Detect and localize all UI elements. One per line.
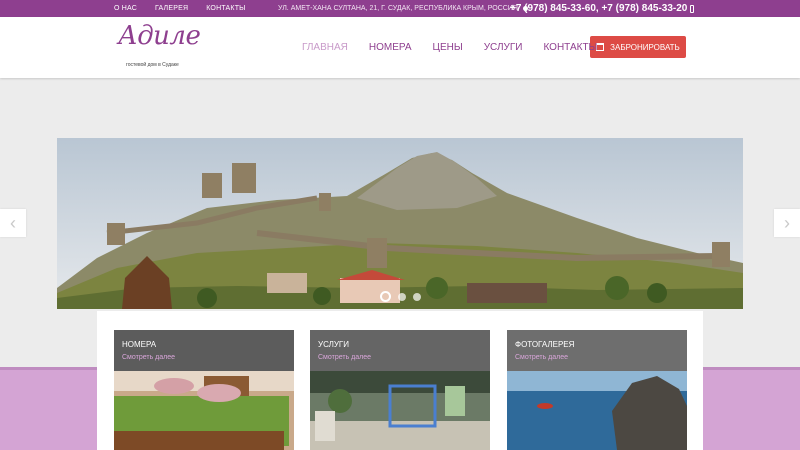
nav-contacts[interactable]: Контакты — [543, 42, 597, 53]
nav-services[interactable]: Услуги — [484, 42, 523, 53]
phones-text[interactable]: +7 (978) 845-33-60, +7 (978) 845-33-20 — [510, 3, 687, 14]
slider-prev-button[interactable]: ‹ — [0, 209, 26, 237]
fortress-photo — [57, 138, 743, 309]
chevron-left-icon: ‹ — [10, 212, 16, 233]
slider-dot[interactable] — [380, 291, 391, 302]
address: ул. Амет-Хана Султана, 21, г. Судак, Рес… — [278, 0, 529, 17]
card-header — [507, 330, 687, 371]
nav-prices[interactable]: Цены — [433, 42, 463, 53]
top-link-gallery[interactable]: Галерея — [155, 5, 188, 12]
top-links: О нас Галерея Контакты — [114, 0, 246, 17]
address-text: ул. Амет-Хана Султана, 21, г. Судак, Рес… — [278, 5, 518, 12]
top-bar: О нас Галерея Контакты ул. Амет-Хана Сул… — [0, 0, 800, 17]
card-header — [310, 330, 490, 371]
phones: +7 (978) 845-33-60, +7 (978) 845-33-20 — [510, 0, 695, 17]
hero-slider[interactable] — [57, 138, 743, 309]
phone-icon — [690, 4, 695, 13]
card-services[interactable]: Услуги Смотреть далее — [310, 330, 490, 450]
gallery-photo — [507, 371, 687, 450]
main-nav: Главная Номера Цены Услуги Контакты — [302, 17, 618, 78]
book-button-label: Забронировать — [610, 42, 680, 52]
top-link-about[interactable]: О нас — [114, 5, 137, 12]
card-header — [114, 330, 294, 371]
nav-rooms[interactable]: Номера — [369, 42, 412, 53]
top-link-contacts[interactable]: Контакты — [206, 5, 245, 12]
card-title: Номера — [122, 340, 157, 349]
card-gallery[interactable]: Фотогалерея Смотреть далее — [507, 330, 687, 450]
card-rooms[interactable]: Номера Смотреть далее — [114, 330, 294, 450]
card-title: Услуги — [318, 340, 350, 349]
card-title: Фотогалерея — [515, 340, 575, 349]
logo[interactable]: Адиле гостевой дом в Судаке — [114, 21, 204, 71]
card-link[interactable]: Смотреть далее — [318, 354, 371, 361]
rooms-photo — [114, 371, 294, 450]
slider-dots — [380, 291, 421, 302]
card-link[interactable]: Смотреть далее — [122, 354, 175, 361]
nav-home[interactable]: Главная — [302, 42, 348, 53]
logo-name: Адиле — [118, 21, 201, 51]
slider-dot[interactable] — [413, 292, 421, 301]
card-link[interactable]: Смотреть далее — [515, 354, 568, 361]
chevron-right-icon: › — [784, 212, 790, 233]
slider-next-button[interactable]: › — [774, 209, 800, 237]
services-photo — [310, 371, 490, 450]
logo-tagline: гостевой дом в Судаке — [126, 62, 179, 68]
slider-dot[interactable] — [398, 292, 406, 301]
